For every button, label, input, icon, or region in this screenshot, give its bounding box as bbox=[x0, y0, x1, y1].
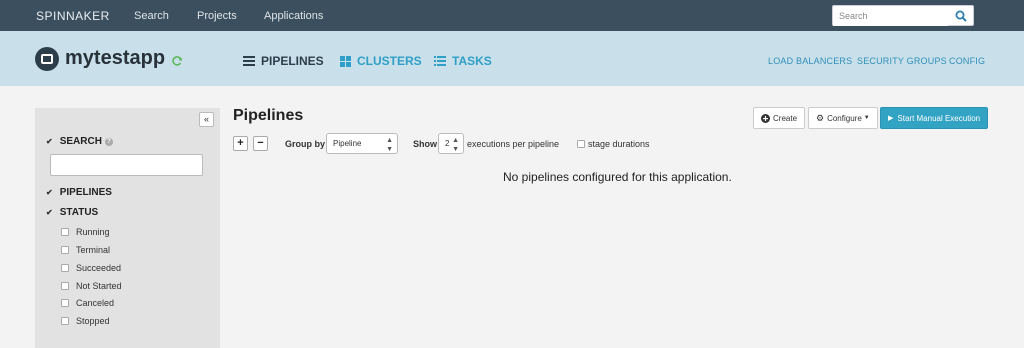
start-button-label: Start Manual Execution bbox=[897, 113, 981, 123]
tab-clusters[interactable]: CLUSTERS bbox=[340, 54, 422, 68]
top-navbar: SPINNAKER Search Projects Applications bbox=[0, 0, 1024, 31]
checkbox[interactable] bbox=[61, 264, 69, 272]
stage-durations-label: stage durations bbox=[588, 139, 650, 149]
status-filter-stopped[interactable]: Stopped bbox=[61, 316, 110, 326]
tab-pipelines[interactable]: PIPELINES bbox=[243, 54, 324, 68]
page-title: Pipelines bbox=[233, 107, 304, 124]
status-section-label: STATUS bbox=[59, 207, 99, 218]
group-by-select[interactable]: Pipeline ▲ ▼ bbox=[326, 133, 398, 154]
search-section-header[interactable]: ✔︎ SEARCH ? bbox=[46, 136, 113, 147]
play-icon: ▶ bbox=[888, 115, 894, 122]
group-by-label: Group by bbox=[285, 139, 325, 149]
expand-all-button[interactable]: + bbox=[233, 136, 248, 151]
status-label: Running bbox=[76, 227, 110, 237]
select-arrows-icon: ▲ ▼ bbox=[452, 137, 459, 153]
filter-sidebar: « ✔︎ SEARCH ? ✔︎ PIPELINES ✔︎ STATUS Run… bbox=[35, 108, 220, 348]
pipelines-section-header[interactable]: ✔︎ PIPELINES bbox=[46, 187, 112, 198]
pipelines-section-label: PIPELINES bbox=[59, 187, 112, 198]
stage-durations-toggle[interactable]: stage durations bbox=[577, 139, 650, 149]
start-manual-execution-button[interactable]: ▶ Start Manual Execution bbox=[880, 107, 989, 129]
nav-link-applications[interactable]: Applications bbox=[264, 10, 323, 22]
status-label: Stopped bbox=[76, 316, 110, 326]
tasks-icon bbox=[434, 56, 446, 66]
status-filter-running[interactable]: Running bbox=[61, 227, 110, 237]
checkbox[interactable] bbox=[61, 246, 69, 254]
tab-label: TASKS bbox=[452, 54, 492, 68]
checkbox[interactable] bbox=[577, 140, 585, 148]
checkbox[interactable] bbox=[61, 228, 69, 236]
tab-label: CLUSTERS bbox=[357, 54, 422, 68]
checkbox[interactable] bbox=[61, 317, 69, 325]
empty-state-message: No pipelines configured for this applica… bbox=[503, 170, 732, 184]
global-search bbox=[832, 5, 974, 26]
caret-down-icon: ▼ bbox=[863, 115, 870, 121]
gear-icon: ⚙ bbox=[816, 112, 825, 123]
global-search-input[interactable] bbox=[833, 6, 948, 26]
status-filter-not-started[interactable]: Not Started bbox=[61, 281, 122, 291]
create-button-label: Create bbox=[773, 113, 798, 123]
group-by-value: Pipeline bbox=[333, 139, 362, 148]
status-label: Not Started bbox=[76, 281, 122, 291]
help-icon[interactable]: ? bbox=[104, 137, 113, 146]
pipelines-icon bbox=[243, 56, 255, 66]
status-filter-canceled[interactable]: Canceled bbox=[61, 298, 114, 308]
filter-search-input[interactable] bbox=[50, 154, 203, 176]
clusters-icon bbox=[340, 55, 351, 67]
checkbox[interactable] bbox=[61, 282, 69, 290]
executions-count-value: 2 bbox=[445, 139, 450, 148]
collapse-all-button[interactable]: − bbox=[253, 136, 268, 151]
brand-logo[interactable]: SPINNAKER bbox=[36, 9, 110, 23]
search-icon[interactable] bbox=[955, 10, 967, 22]
refresh-icon[interactable] bbox=[171, 55, 183, 67]
checkbox[interactable] bbox=[61, 299, 69, 307]
nav-link-projects[interactable]: Projects bbox=[197, 10, 237, 22]
show-label: Show bbox=[413, 139, 437, 149]
application-header: mytestapp PIPELINES CLUSTERS TASKS LOAD … bbox=[0, 31, 1024, 86]
select-arrows-icon: ▲ ▼ bbox=[386, 137, 393, 153]
status-filter-succeeded[interactable]: Succeeded bbox=[61, 263, 121, 273]
status-label: Canceled bbox=[76, 298, 115, 308]
link-security-groups[interactable]: SECURITY GROUPS bbox=[857, 56, 947, 66]
status-section-header[interactable]: ✔︎ STATUS bbox=[46, 207, 98, 218]
collapse-sidebar-button[interactable]: « bbox=[199, 112, 214, 127]
executions-count-select[interactable]: 2 ▲ ▼ bbox=[438, 133, 464, 154]
status-filter-terminal[interactable]: Terminal bbox=[61, 245, 110, 255]
search-section-label: SEARCH bbox=[59, 136, 102, 147]
chevron-down-icon: ✔︎ bbox=[46, 208, 53, 217]
configure-button[interactable]: ⚙ Configure ▼ bbox=[808, 107, 878, 129]
tab-tasks[interactable]: TASKS bbox=[434, 54, 492, 68]
chevron-down-icon: ✔︎ bbox=[46, 137, 53, 146]
configure-button-label: Configure bbox=[827, 113, 862, 123]
nav-link-search[interactable]: Search bbox=[134, 10, 169, 22]
application-name: mytestapp bbox=[65, 47, 166, 69]
application-icon bbox=[35, 47, 59, 71]
plus-circle-icon bbox=[761, 113, 770, 123]
link-load-balancers[interactable]: LOAD BALANCERS bbox=[768, 56, 852, 66]
status-label: Succeeded bbox=[76, 263, 122, 273]
create-button[interactable]: Create bbox=[753, 107, 806, 129]
status-label: Terminal bbox=[76, 245, 111, 255]
tab-label: PIPELINES bbox=[261, 54, 324, 68]
chevron-down-icon: ✔︎ bbox=[46, 188, 53, 197]
executions-per-pipeline-label: executions per pipeline bbox=[467, 139, 560, 149]
link-config[interactable]: CONFIG bbox=[949, 56, 985, 66]
